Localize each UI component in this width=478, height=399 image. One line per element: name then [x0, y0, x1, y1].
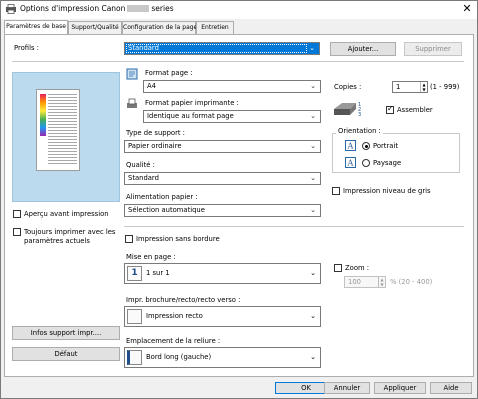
- profiles-value: Standard: [128, 44, 159, 52]
- paper-source-label: Alimentation papier :: [126, 193, 198, 201]
- window-title: Options d'impression Canon series: [20, 4, 174, 13]
- spin-arrows-icon[interactable]: ▲ ▼: [420, 82, 427, 92]
- quality-label: Qualité :: [126, 161, 155, 169]
- page-layout-select[interactable]: 1 1 sur 1 ⌄: [124, 263, 321, 284]
- profiles-label: Profils :: [14, 44, 39, 52]
- text-lines: [48, 94, 77, 166]
- paper-source-value: Sélection automatique: [128, 206, 205, 214]
- stapling-label: Emplacement de la reliure :: [126, 337, 221, 345]
- page-size-icon: [126, 68, 138, 80]
- preview-label: Aperçu avant impression: [24, 210, 109, 218]
- delete-profile-button[interactable]: Supprimer: [404, 42, 462, 56]
- tab-maintenance[interactable]: Entretien: [196, 21, 234, 35]
- media-type-label: Type de support :: [126, 129, 185, 137]
- single-sided-icon: [127, 309, 142, 324]
- printer-paper-size-label: Format papier imprimante :: [145, 99, 239, 107]
- borderless-label: Impression sans bordure: [136, 235, 220, 243]
- zoom-label: Zoom :: [345, 264, 370, 272]
- stapling-value: Bord long (gauche): [146, 353, 212, 361]
- page-size-value: A4: [147, 82, 156, 90]
- chevron-down-icon: ⌄: [309, 44, 315, 52]
- chevron-down-icon: ⌄: [310, 112, 316, 120]
- page-layout-icon: 1: [127, 266, 142, 281]
- svg-text:3: 3: [358, 112, 361, 118]
- printer-icon: [6, 4, 16, 14]
- landscape-label: Paysage: [373, 159, 402, 167]
- color-swatch: [40, 94, 46, 136]
- tab-media-quality[interactable]: Support/Qualité: [68, 21, 122, 35]
- page-layout-label: Mise en page :: [126, 253, 176, 261]
- portrait-icon: A: [345, 140, 356, 151]
- chevron-down-icon: ⌄: [310, 142, 316, 150]
- printer-paper-size-value: Identique au format page: [147, 112, 234, 120]
- portrait-radio[interactable]: [362, 142, 370, 150]
- svg-text:A: A: [347, 159, 354, 168]
- page-size-select[interactable]: A4 ⌄: [143, 80, 321, 93]
- preview-sheet: [36, 89, 80, 171]
- collate-icon: 1 2 3: [334, 102, 361, 118]
- portrait-label: Portrait: [373, 142, 398, 150]
- printer-paper-size-select[interactable]: Identique au format page ⌄: [143, 110, 321, 123]
- always-print-checkbox[interactable]: [13, 228, 21, 236]
- apply-button[interactable]: Appliquer: [374, 382, 426, 394]
- copies-input[interactable]: 1 ▲ ▼: [392, 81, 428, 93]
- chevron-down-icon: ⌄: [310, 353, 316, 361]
- chevron-down-icon: ⌄: [310, 269, 316, 277]
- close-button[interactable]: ✕: [461, 3, 473, 15]
- chevron-down-icon: ⌄: [310, 206, 316, 214]
- grayscale-checkbox[interactable]: [332, 187, 340, 195]
- landscape-radio[interactable]: [362, 159, 370, 167]
- media-type-value: Papier ordinaire: [128, 142, 182, 150]
- zoom-value: 100: [348, 278, 361, 286]
- separator: [124, 226, 464, 227]
- borderless-checkbox[interactable]: [125, 235, 133, 243]
- copies-value: 1: [396, 83, 401, 91]
- printer-paper-icon: [127, 98, 137, 108]
- redacted-model: [127, 5, 150, 12]
- collate-label: Assembler: [397, 106, 433, 114]
- always-print-label-1: Toujours imprimer avec les: [24, 228, 116, 236]
- grayscale-label: Impression niveau de gris: [343, 187, 431, 195]
- chevron-down-icon: ⌄: [310, 312, 316, 320]
- orientation-label: Orientation :: [336, 127, 383, 136]
- add-profile-button[interactable]: Ajouter...: [330, 42, 396, 56]
- tab-page-setup[interactable]: Configuration de la page: [122, 21, 197, 35]
- preview-checkbox[interactable]: [13, 210, 21, 218]
- duplex-select[interactable]: Impression recto ⌄: [124, 306, 321, 327]
- tab-basic-settings[interactable]: Paramètres de base: [4, 20, 68, 35]
- zoom-range: % (20 - 400): [390, 278, 433, 286]
- spin-arrows-icon[interactable]: ▲ ▼: [378, 277, 385, 287]
- default-button[interactable]: Défaut: [12, 347, 120, 361]
- svg-text:A: A: [347, 142, 354, 151]
- copies-range: (1 - 999): [430, 83, 460, 91]
- duplex-value: Impression recto: [146, 312, 203, 320]
- quality-select[interactable]: Standard ⌄: [124, 172, 321, 185]
- zoom-input[interactable]: 100 ▲ ▼: [344, 276, 386, 288]
- profiles-select[interactable]: Standard ⌄: [124, 42, 320, 55]
- page-size-label: Format page :: [145, 69, 193, 77]
- media-type-select[interactable]: Papier ordinaire ⌄: [124, 140, 321, 153]
- always-print-label-2: paramètres actuels: [24, 237, 90, 245]
- chevron-down-icon: ⌄: [310, 174, 316, 182]
- page-layout-value: 1 sur 1: [146, 269, 170, 277]
- chevron-down-icon: ⌄: [310, 82, 316, 90]
- help-button[interactable]: Aide: [430, 382, 472, 394]
- copies-label: Copies :: [334, 83, 362, 91]
- zoom-checkbox[interactable]: [334, 264, 342, 272]
- cancel-button[interactable]: Annuler: [324, 382, 370, 394]
- collate-checkbox[interactable]: [386, 104, 394, 114]
- media-info-button[interactable]: Infos support impr....: [12, 326, 120, 340]
- duplex-label: Impr. brochure/recto/recto verso :: [126, 296, 241, 304]
- binding-edge-icon: [127, 350, 142, 365]
- paper-source-select[interactable]: Sélection automatique ⌄: [124, 204, 321, 217]
- separator: [12, 61, 464, 62]
- quality-value: Standard: [128, 174, 159, 182]
- stapling-select[interactable]: Bord long (gauche) ⌄: [124, 347, 321, 368]
- landscape-icon: A: [345, 157, 356, 168]
